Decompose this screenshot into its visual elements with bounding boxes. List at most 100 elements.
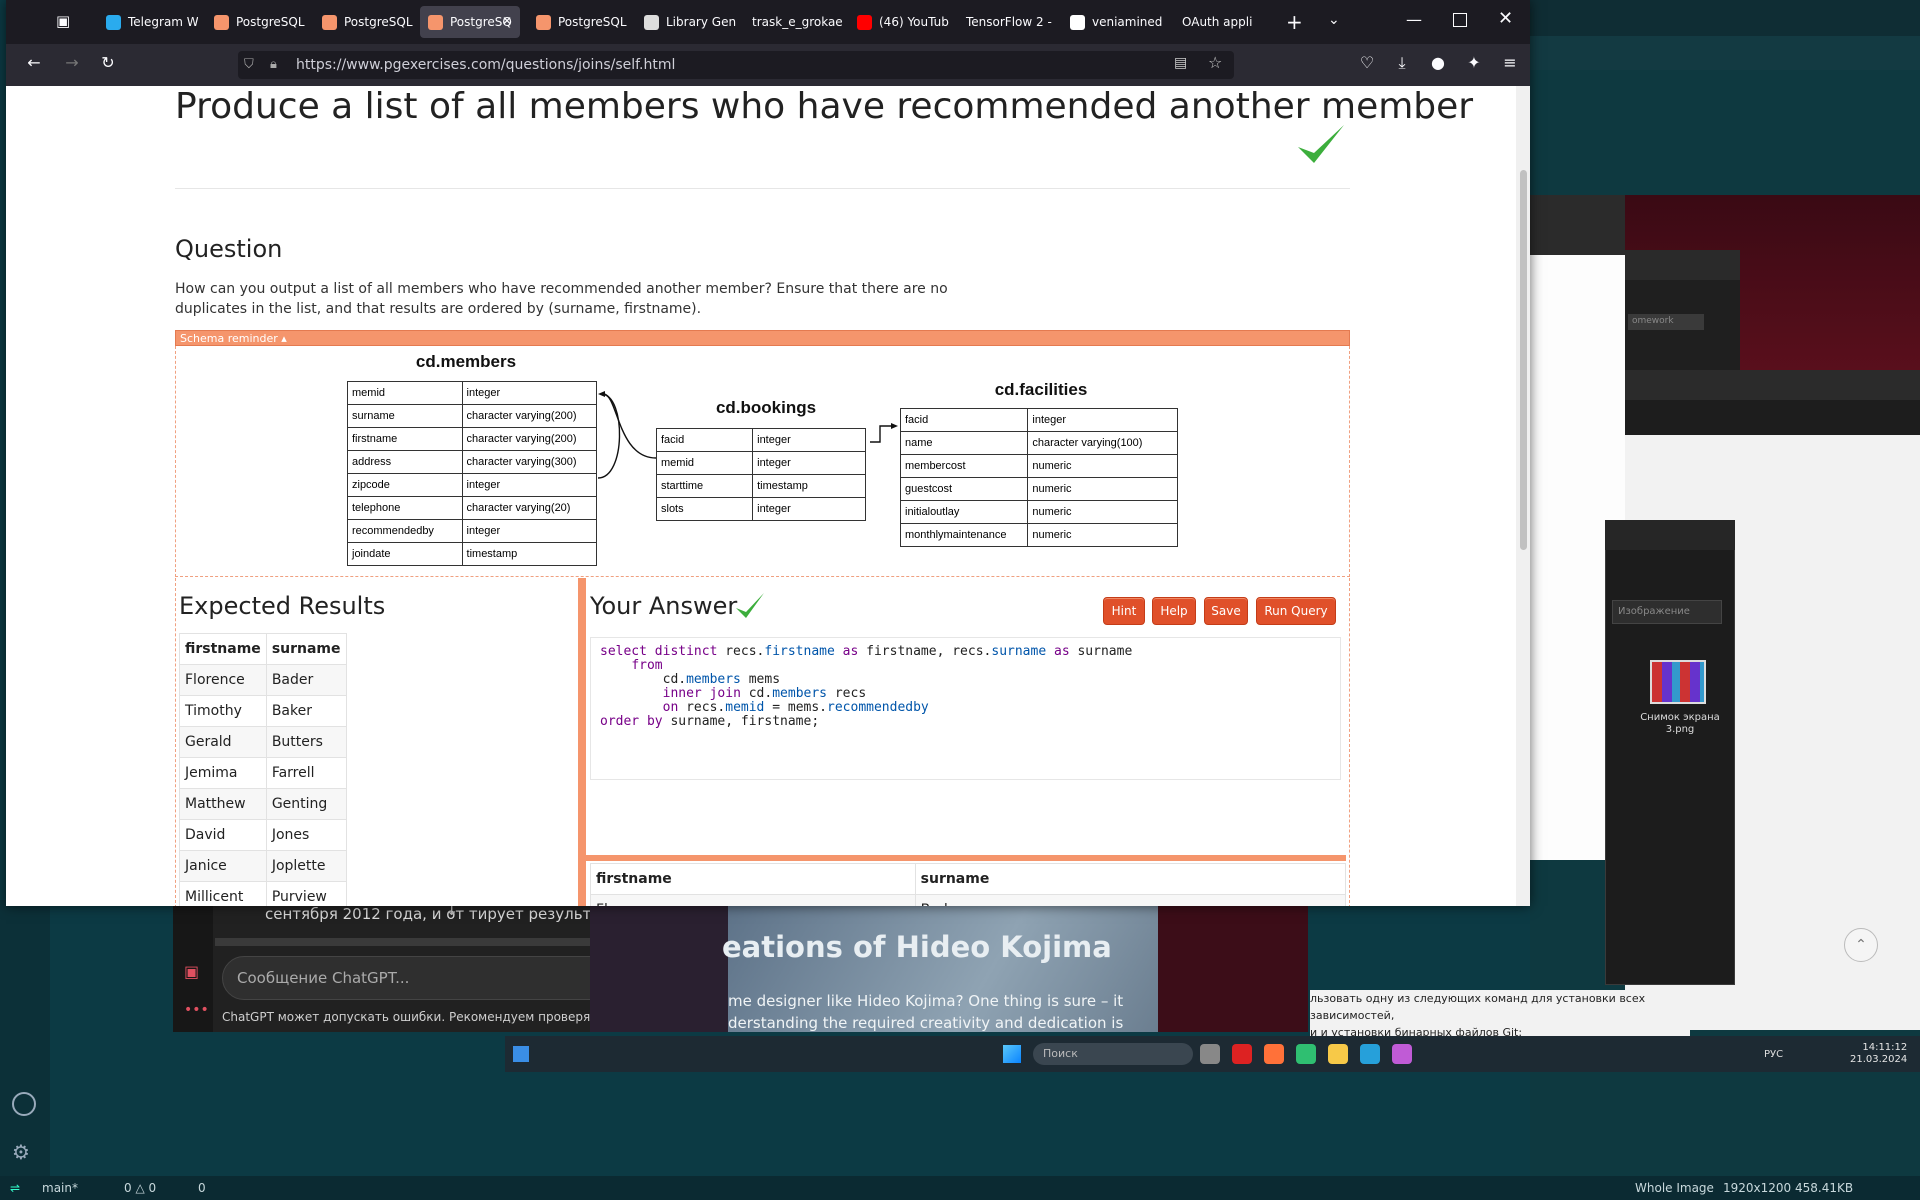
editor-titlebar — [1530, 0, 1920, 36]
task-view-icon[interactable] — [1200, 1044, 1220, 1064]
tab-9[interactable]: TensorFlow 2 - 2 — [956, 6, 1056, 38]
article-text-line: derstanding the required creativity and … — [728, 1014, 1124, 1032]
chevron-down-icon[interactable]: ⌄ — [1328, 12, 1340, 28]
save-button[interactable]: Save — [1204, 597, 1248, 625]
page-scrollbar-thumb[interactable] — [1520, 170, 1527, 550]
opera-icon[interactable] — [1232, 1044, 1252, 1064]
telegram-icon — [106, 15, 121, 30]
shield-icon[interactable]: ⛉ — [244, 57, 254, 72]
app-icon[interactable] — [1392, 1044, 1412, 1064]
checkmark-icon — [736, 593, 764, 618]
tab-5[interactable]: PostgreSQL — [528, 6, 628, 38]
tab-10[interactable]: veniamined — [1062, 6, 1166, 38]
back-icon[interactable]: ← — [22, 53, 46, 72]
tab-2[interactable]: PostgreSQL — [206, 6, 306, 38]
ports-count[interactable]: 0 — [198, 1181, 206, 1195]
widgets-icon[interactable] — [513, 1046, 529, 1062]
account-icon[interactable]: ● — [1426, 53, 1450, 72]
url-bar[interactable]: https://www.pgexercises.com/questions/jo… — [238, 51, 1234, 79]
help-button[interactable]: Help — [1152, 597, 1196, 625]
maximize-button[interactable] — [1453, 13, 1467, 27]
explorer-search-input[interactable]: Изображение — [1612, 600, 1722, 624]
tab-label: TensorFlow 2 - 2 — [966, 15, 1056, 29]
problems-count[interactable]: 0 △ 0 — [124, 1181, 156, 1195]
sql-editor[interactable]: select distinct recs.firstname as firstn… — [590, 637, 1341, 780]
tab-4[interactable]: PostgreSQ ✕ — [420, 6, 520, 38]
pycharm-icon[interactable] — [1296, 1044, 1316, 1064]
taskbar-search[interactable]: Поиск — [1033, 1043, 1193, 1065]
tab-6[interactable]: Library Gene — [636, 6, 736, 38]
gear-icon[interactable]: ⚙ — [12, 1140, 36, 1164]
tab-8[interactable]: (46) YouTub — [849, 6, 949, 38]
tab-1[interactable]: Telegram W — [98, 6, 198, 38]
language-indicator[interactable]: РУС — [1764, 1049, 1783, 1060]
result-splitter[interactable] — [586, 855, 1346, 861]
table-row: Jemima Farrell — [179, 757, 347, 789]
menu-icon[interactable]: ≡ — [1498, 53, 1522, 72]
download-icon[interactable]: ⤓ — [1390, 53, 1414, 73]
tab-label: PostgreSQL — [344, 15, 413, 29]
tab-label: PostgreSQL — [236, 15, 305, 29]
column-name: membercost — [899, 454, 1029, 478]
folder-icon[interactable] — [1328, 1044, 1348, 1064]
forward-icon[interactable]: → — [60, 53, 84, 72]
new-tab-icon[interactable]: + — [1286, 10, 1303, 34]
reload-icon[interactable]: ↻ — [96, 53, 120, 72]
column-type: character varying(200) — [461, 404, 598, 428]
close-tab-icon[interactable]: ✕ — [502, 14, 512, 28]
bookmark-star-icon[interactable]: ☆ — [1208, 53, 1222, 72]
more-icon[interactable]: ••• — [184, 1002, 209, 1018]
panel-splitter[interactable] — [578, 578, 586, 906]
minimize-button[interactable]: — — [1406, 10, 1422, 29]
tab-list-icon[interactable]: ▣ — [56, 12, 70, 30]
file-thumbnail[interactable] — [1650, 660, 1706, 704]
lock-icon[interactable]: 🔒︎ — [270, 57, 277, 72]
table-cell: Florence — [179, 664, 267, 696]
branch-label[interactable]: main* — [42, 1181, 78, 1195]
column-type: numeric — [1027, 500, 1178, 524]
tab-11[interactable]: OAuth appli — [1172, 6, 1272, 38]
column-name: guestcost — [899, 477, 1029, 501]
background-article-text: льзовать одну из следующих команд для ус… — [1310, 990, 1690, 1041]
start-icon[interactable] — [1003, 1045, 1021, 1063]
tab-7[interactable]: trask_e_grokaem — [742, 6, 842, 38]
view-mode[interactable]: Whole Image — [1635, 1181, 1714, 1195]
pocket-icon[interactable]: ♡ — [1355, 53, 1379, 72]
table-cell: David — [179, 819, 267, 851]
close-button[interactable]: ✕ — [1498, 8, 1513, 29]
facilities-table-title: cd.facilities — [994, 380, 1088, 399]
account-icon[interactable] — [12, 1092, 36, 1116]
tab-3[interactable]: PostgreSQL — [314, 6, 414, 38]
background-browser-titlebar — [1625, 370, 1920, 400]
extensions-icon[interactable]: ✦ — [1462, 53, 1486, 72]
firefox-icon[interactable] — [1264, 1044, 1284, 1064]
members-table-title: cd.members — [415, 352, 517, 371]
column-type: character varying(200) — [461, 427, 598, 451]
column-header: surname — [265, 633, 347, 665]
table-row: FlorenceBader — [590, 894, 1347, 906]
table-cell: Purview — [265, 881, 347, 906]
schema-row: facid integer — [899, 408, 1178, 432]
table-cell: Genting — [265, 788, 347, 820]
inner-search-field: omework — [1628, 314, 1704, 330]
hint-button[interactable]: Hint — [1103, 597, 1145, 625]
firefox-window: ▣ Telegram W PostgreSQL PostgreSQL PostgreS… — [6, 0, 1530, 906]
schema-reminder-toggle[interactable]: Schema reminder ▴ — [175, 330, 1350, 346]
column-header: surname — [914, 863, 1347, 895]
background-window-titlebar — [1625, 250, 1740, 280]
column-name: address — [347, 450, 463, 474]
article-text: me designer like Hideo Kojima? One thing… — [728, 990, 1123, 1034]
file-size: 458.41KB — [1795, 1181, 1854, 1195]
clock[interactable]: 14:11:12 21.03.2024 — [1850, 1042, 1907, 1066]
tab-label: Telegram W — [128, 15, 198, 29]
column-type: integer — [461, 381, 598, 405]
reader-view-icon[interactable]: ▤ — [1174, 55, 1187, 71]
app-icon[interactable] — [1360, 1044, 1380, 1064]
remote-icon[interactable]: ⇌ — [10, 1181, 20, 1195]
schema-row: firstname character varying(200) — [347, 427, 598, 451]
file-explorer-window — [1605, 520, 1735, 985]
image-icon[interactable]: ▣ — [184, 962, 199, 981]
run-query-button[interactable]: Run Query — [1256, 597, 1336, 625]
scroll-to-top-button[interactable]: ⌃ — [1844, 928, 1878, 962]
article-text-line: me designer like Hideo Kojima? One thing… — [728, 992, 1124, 1010]
